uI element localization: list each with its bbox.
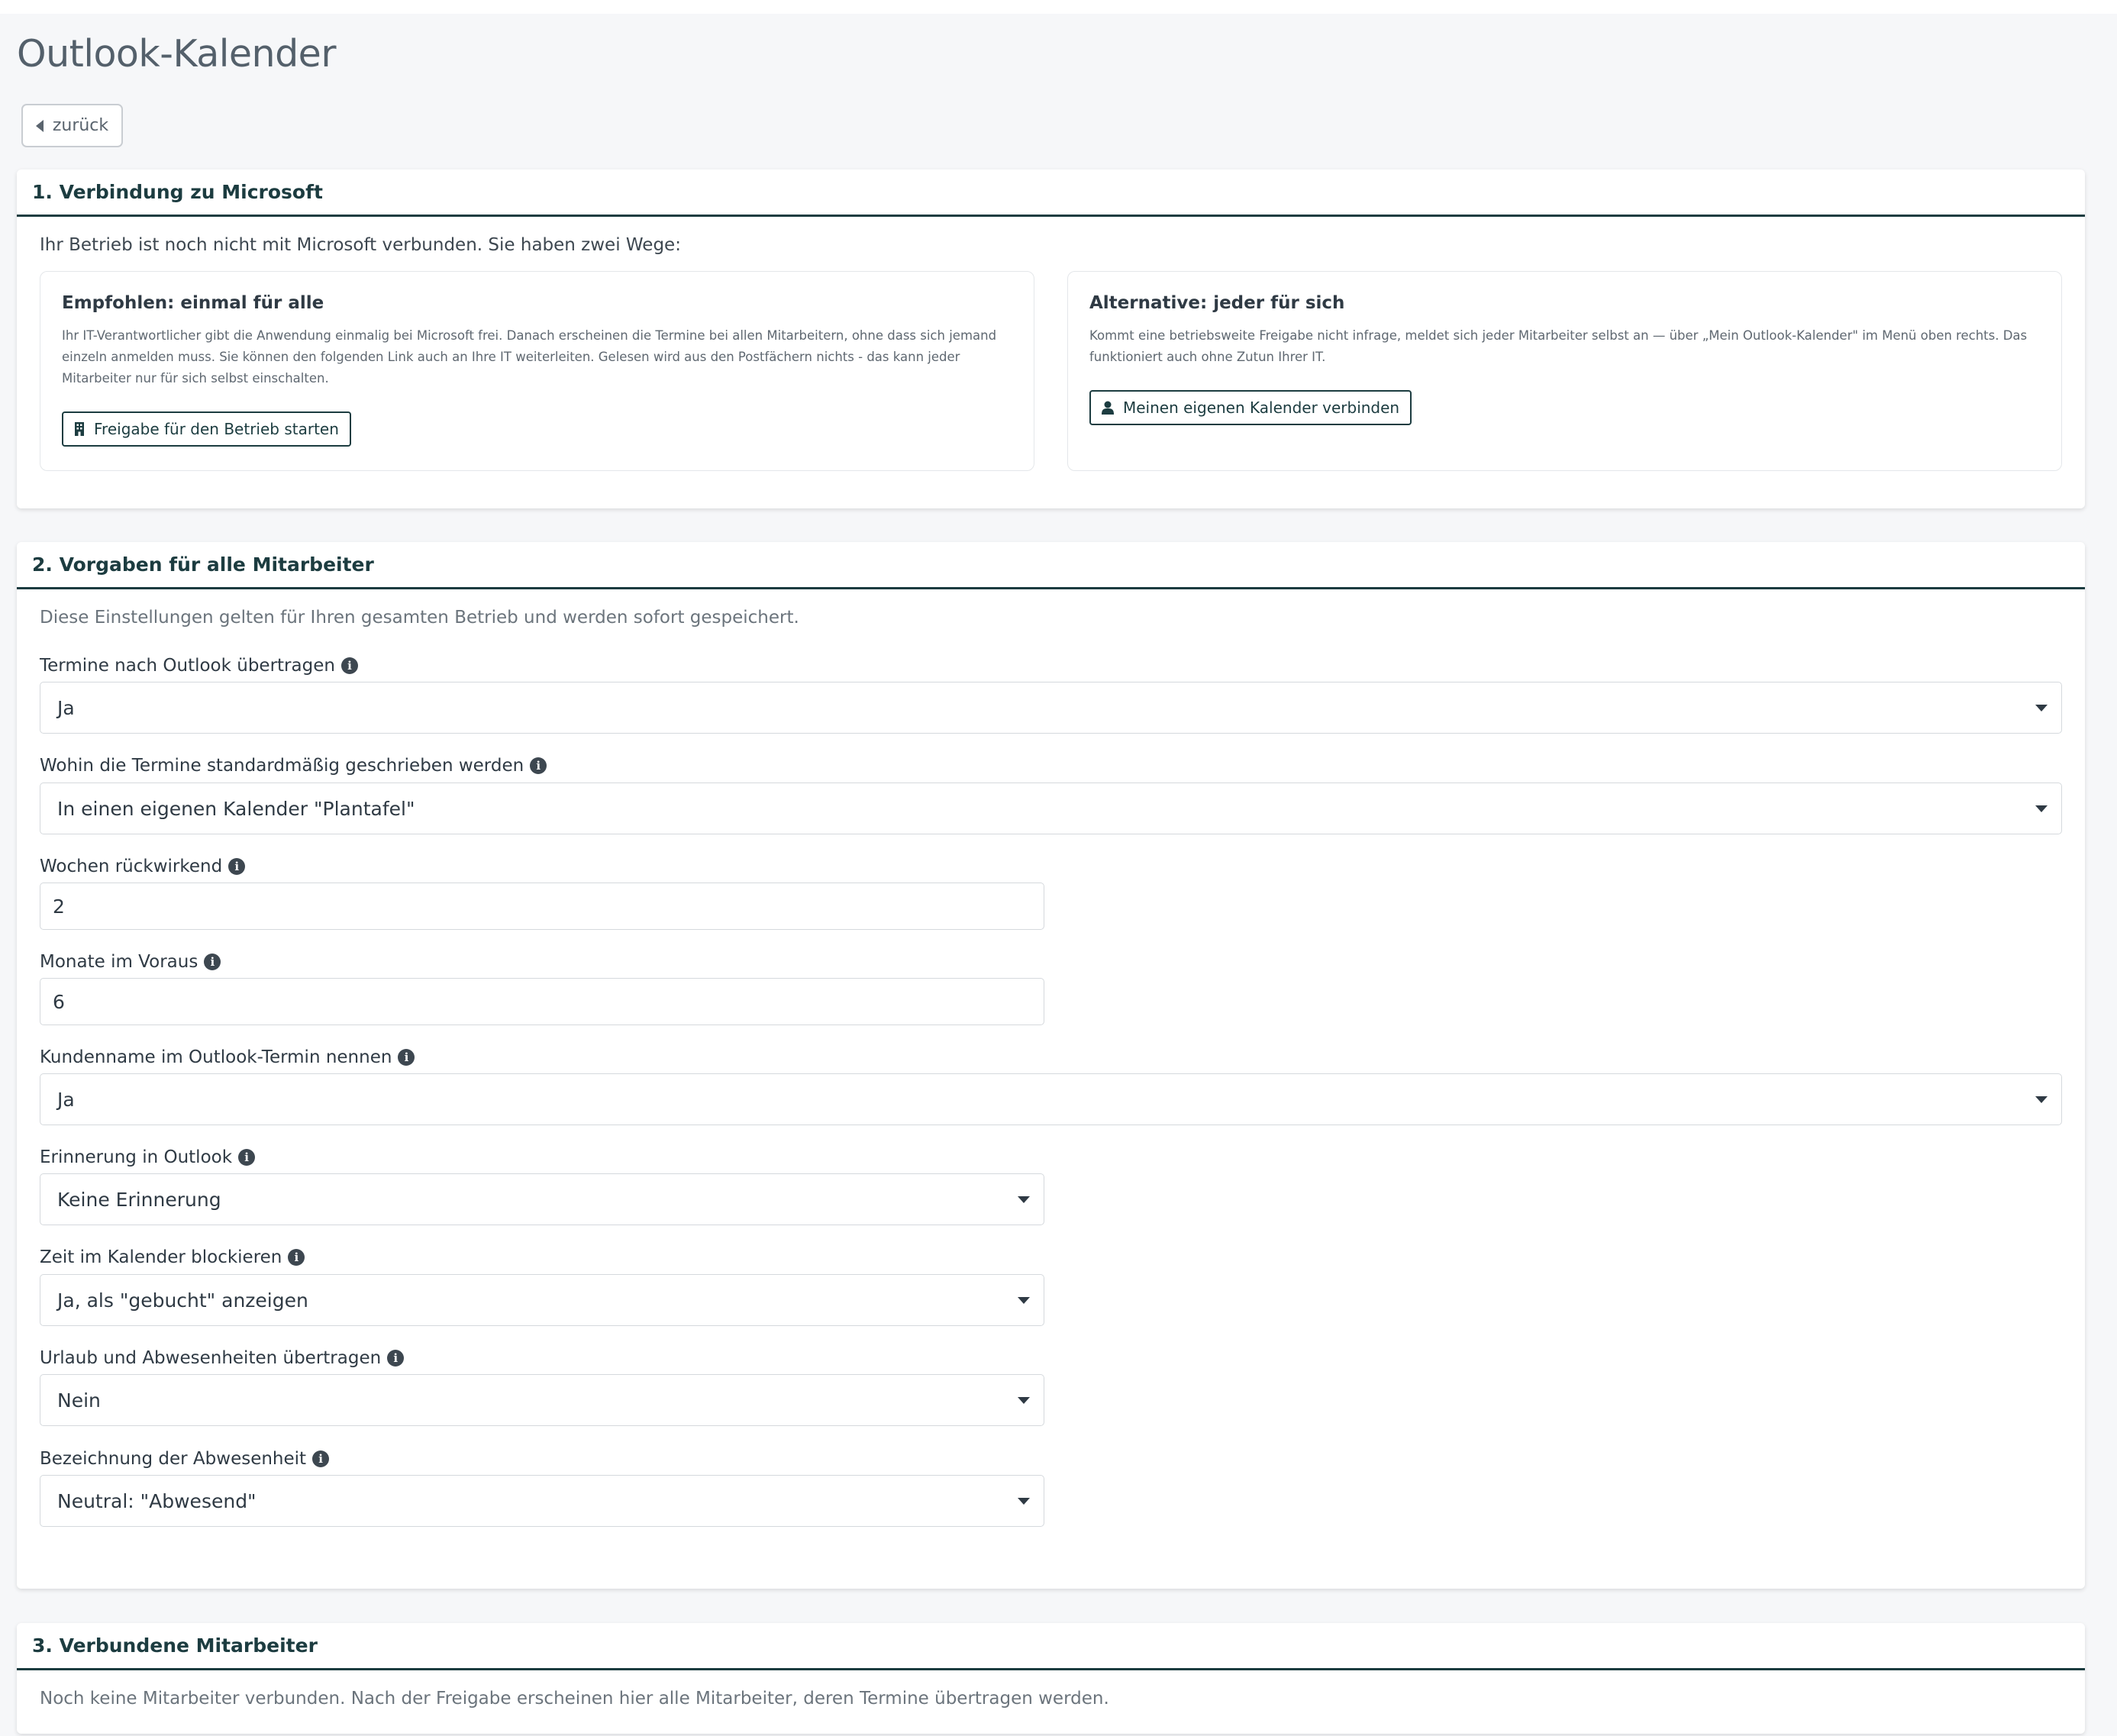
info-icon[interactable]: i — [204, 954, 221, 970]
info-icon[interactable]: i — [312, 1450, 330, 1467]
info-icon[interactable]: i — [228, 858, 246, 875]
months-ahead-input[interactable]: 6 — [40, 978, 1044, 1025]
option-recommended: Empfohlen: einmal für alle Ihr IT-Verant… — [40, 271, 1034, 471]
section-heading: 1. Verbindung zu Microsoft — [17, 169, 2085, 217]
sync-appointments-select[interactable]: Ja — [40, 682, 2062, 734]
field-label-months-ahead: Monate im Voraus i — [40, 952, 221, 972]
back-label: zurück — [52, 116, 109, 135]
option-description: Ihr IT-Verantwortlicher gibt die Anwendu… — [62, 328, 997, 386]
caret-left-icon — [35, 119, 44, 132]
option-title: Alternative: jeder für sich — [1089, 293, 1345, 313]
caret-down-icon — [2035, 1096, 2048, 1103]
caret-down-icon — [2035, 705, 2048, 712]
field-label-customer-name: Kundenname im Outlook-Termin nennen i — [40, 1047, 415, 1067]
option-alternative: Alternative: jeder für sich Kommt eine b… — [1067, 271, 2062, 471]
section-connected-employees: 3. Verbundene Mitarbeiter Noch keine Mit… — [17, 1623, 2085, 1734]
customer-name-select[interactable]: Ja — [40, 1073, 2062, 1125]
button-label: Meinen eigenen Kalender verbinden — [1123, 399, 1400, 417]
field-label-weeks-back: Wochen rückwirkend i — [40, 857, 246, 876]
option-title: Empfohlen: einmal für alle — [62, 293, 324, 313]
user-icon — [1102, 401, 1114, 415]
info-icon[interactable]: i — [387, 1350, 405, 1367]
info-icon[interactable]: i — [398, 1049, 415, 1066]
connect-own-calendar-button[interactable]: Meinen eigenen Kalender verbinden — [1089, 390, 1412, 425]
empty-state-text: Noch keine Mitarbeiter verbunden. Nach d… — [40, 1689, 1109, 1709]
weeks-back-input[interactable]: 2 — [40, 883, 1044, 930]
info-icon[interactable]: i — [530, 757, 547, 774]
target-calendar-select[interactable]: In einen eigenen Kalender "Plantafel" — [40, 782, 2062, 834]
button-label: Freigabe für den Betrieb starten — [94, 420, 339, 438]
field-label-reminder: Erinnerung in Outlook i — [40, 1147, 256, 1167]
building-icon — [75, 422, 84, 436]
block-time-select[interactable]: Ja, als "gebucht" anzeigen — [40, 1274, 1044, 1326]
section-intro: Ihr Betrieb ist noch nicht mit Microsoft… — [40, 235, 681, 255]
caret-down-icon — [1018, 1397, 1030, 1404]
section-intro: Diese Einstellungen gelten für Ihren ges… — [40, 608, 799, 628]
start-company-approval-button[interactable]: Freigabe für den Betrieb starten — [62, 411, 351, 447]
field-label-sync-appointments: Termine nach Outlook übertragen i — [40, 656, 358, 676]
caret-down-icon — [2035, 805, 2048, 812]
field-label-absences: Urlaub und Abwesenheiten übertragen i — [40, 1348, 405, 1368]
top-bar — [0, 0, 2117, 14]
field-label-block-time: Zeit im Kalender blockieren i — [40, 1247, 305, 1267]
field-label-target-calendar: Wohin die Termine standardmäßig geschrie… — [40, 756, 547, 776]
absence-name-select[interactable]: Neutral: "Abwesend" — [40, 1475, 1044, 1527]
section-microsoft-connection: 1. Verbindung zu Microsoft Ihr Betrieb i… — [17, 169, 2085, 508]
section-heading: 2. Vorgaben für alle Mitarbeiter — [17, 542, 2085, 589]
field-label-absence-name: Bezeichnung der Abwesenheit i — [40, 1449, 330, 1469]
absences-select[interactable]: Nein — [40, 1374, 1044, 1426]
reminder-select[interactable]: Keine Erinnerung — [40, 1173, 1044, 1225]
section-heading: 3. Verbundene Mitarbeiter — [17, 1623, 2085, 1670]
info-icon[interactable]: i — [288, 1249, 305, 1266]
page-title: Outlook-Kalender — [17, 32, 336, 76]
option-description: Kommt eine betriebsweite Freigabe nicht … — [1089, 328, 2028, 364]
caret-down-icon — [1018, 1196, 1030, 1203]
caret-down-icon — [1018, 1498, 1030, 1505]
caret-down-icon — [1018, 1297, 1030, 1304]
info-icon[interactable]: i — [238, 1149, 256, 1166]
back-button[interactable]: zurück — [21, 104, 123, 147]
info-icon[interactable]: i — [340, 657, 358, 674]
